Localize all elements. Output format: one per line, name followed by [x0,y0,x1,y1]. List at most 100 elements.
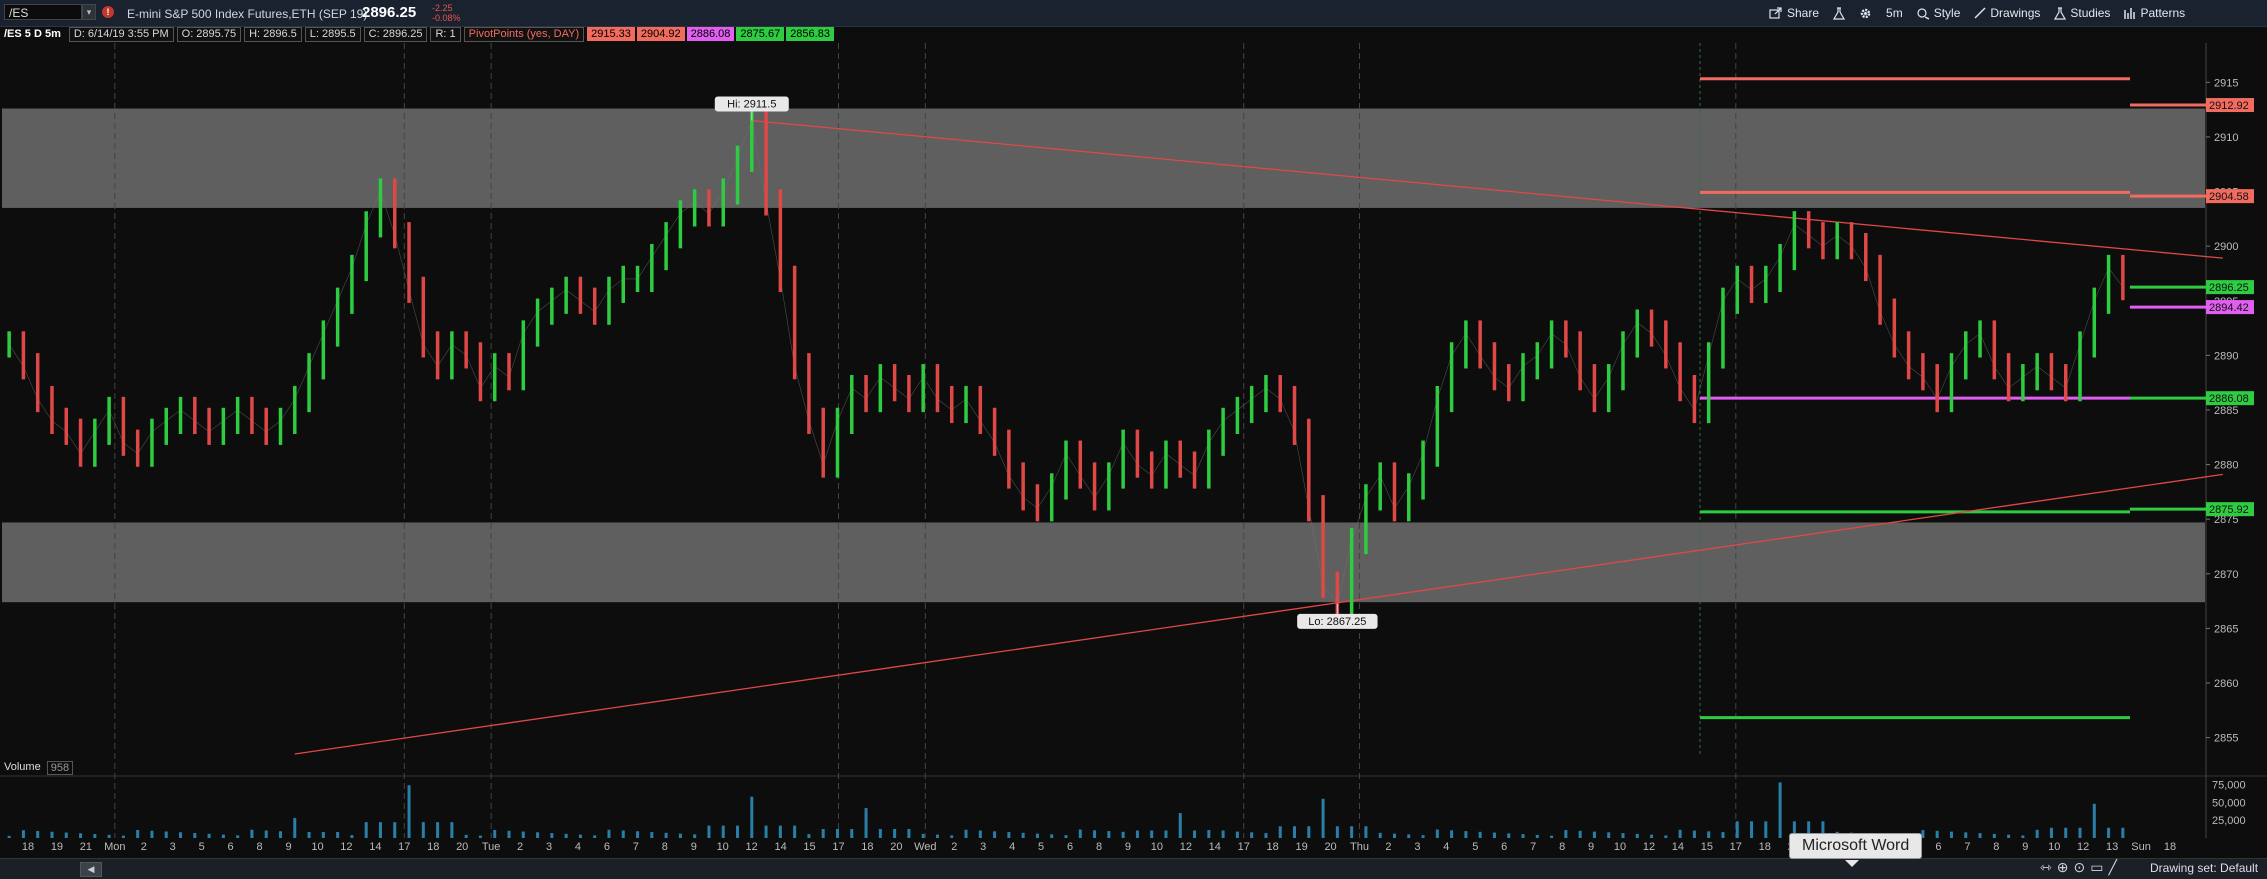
x-tick-label: 14 [369,841,381,853]
x-tick-label: 5 [199,841,205,853]
x-tick-label: 14 [1672,841,1684,853]
price-label: 2894.42 [2209,302,2249,314]
x-tick-label: 9 [1588,841,1594,853]
draw-line-icon[interactable]: ╱ [2108,859,2121,875]
x-tick-label: 20 [1324,841,1336,853]
x-tick-label: 18 [1267,841,1279,853]
x-tick-label: 20 [456,841,468,853]
y-tick-label: 2865 [2214,623,2238,635]
x-tick-label: 10 [311,841,323,853]
x-tick-label: 10 [2048,841,2060,853]
price-chart[interactable]: 2855286028652870287528802885289028952900… [0,0,2267,878]
supply-demand-zone [2,522,2205,603]
price-label: 2886.08 [2209,393,2249,405]
x-tick-label: 21 [80,841,92,853]
x-tick-label: 17 [398,841,410,853]
x-tick-label: 12 [1180,841,1192,853]
x-tick-label: 17 [1238,841,1250,853]
price-label: 2875.92 [2209,504,2249,516]
x-tick-label: 18 [427,841,439,853]
x-tick-label: 5 [1038,841,1044,853]
y-tick-label: 2880 [2214,460,2238,472]
x-tick-label: 14 [774,841,786,853]
x-tick-label: 18 [2164,841,2176,853]
volume-value: 958 [46,761,74,775]
volume-tick-label: 75,000 [2212,780,2246,792]
x-tick-label: 17 [1730,841,1742,853]
x-tick-label: 3 [546,841,552,853]
scroll-left-button[interactable]: ◀ [80,862,102,877]
price-label: 2912.92 [2209,100,2249,112]
x-tick-label: 17 [832,841,844,853]
x-tick-label: 19 [51,841,63,853]
x-tick-label: 3 [170,841,176,853]
x-tick-label: 4 [1443,841,1449,853]
y-tick-label: 2900 [2214,241,2238,253]
x-tick-label: 9 [285,841,291,853]
x-tick-label: 19 [1295,841,1307,853]
x-tick-label: 12 [340,841,352,853]
y-tick-label: 2860 [2214,678,2238,690]
x-tick-label: 15 [803,841,815,853]
x-tick-label: 18 [861,841,873,853]
drawing-set-label[interactable]: Drawing set: Default [2150,861,2258,875]
y-tick-label: 2855 [2214,733,2238,745]
x-tick-label: 10 [1614,841,1626,853]
x-tick-label: 6 [1501,841,1507,853]
x-tick-label: 10 [1151,841,1163,853]
x-tick-label: Sun [2131,841,2151,853]
x-tick-label: 7 [1530,841,1536,853]
y-tick-label: 2910 [2214,132,2238,144]
x-tick-label: Mon [104,841,125,853]
x-tick-label: 2 [1385,841,1391,853]
price-label: 2904.58 [2209,191,2249,203]
taskbar-tooltip: Microsoft Word [1789,833,1923,867]
y-tick-label: 2870 [2214,569,2238,581]
high-label: Hi: 2911.5 [727,99,776,111]
x-tick-label: 20 [890,841,902,853]
volume-tick-label: 25,000 [2212,815,2246,827]
x-tick-label: 4 [1009,841,1015,853]
x-tick-label: 8 [662,841,668,853]
x-tick-label: Tue [482,841,501,853]
x-tick-label: 18 [22,841,34,853]
x-tick-label: 8 [1559,841,1565,853]
y-tick-label: 2890 [2214,350,2238,362]
low-label: Lo: 2867.25 [1308,616,1366,628]
price-label: 2896.25 [2209,282,2249,294]
zoom-icon[interactable]: ⊙ [2073,859,2090,875]
x-tick-label: 7 [1964,841,1970,853]
x-tick-label: Wed [914,841,936,853]
x-tick-label: 9 [1125,841,1131,853]
x-tick-label: 8 [257,841,263,853]
x-tick-label: 8 [1993,841,1999,853]
pan-icon[interactable]: ⇿ [2040,859,2057,875]
x-tick-label: 2 [951,841,957,853]
x-tick-label: 8 [1096,841,1102,853]
x-tick-label: 18 [1759,841,1771,853]
x-tick-label: 3 [1414,841,1420,853]
x-tick-label: 2 [141,841,147,853]
x-tick-label: 10 [717,841,729,853]
volume-panel [0,777,2267,838]
y-tick-label: 2915 [2214,77,2238,89]
x-tick-label: Thu [1350,841,1369,853]
x-tick-label: 3 [980,841,986,853]
x-tick-label: 7 [633,841,639,853]
x-tick-label: 9 [691,841,697,853]
x-tick-label: 15 [1701,841,1713,853]
x-tick-label: 6 [604,841,610,853]
x-tick-label: 2 [517,841,523,853]
x-tick-label: 14 [1209,841,1221,853]
x-tick-label: 5 [1472,841,1478,853]
zoom-controls: ⇿⊕⊙▭╱ [2040,859,2122,876]
x-tick-label: 6 [1935,841,1941,853]
fit-icon[interactable]: ▭ [2090,859,2108,875]
x-tick-label: 6 [228,841,234,853]
crosshair-icon[interactable]: ⊕ [2057,859,2074,875]
bottom-status-bar: ◀ [0,858,2267,879]
x-tick-label: 4 [575,841,581,853]
y-tick-label: 2885 [2214,405,2238,417]
x-tick-label: 12 [746,841,758,853]
volume-label: Volume [4,761,41,773]
